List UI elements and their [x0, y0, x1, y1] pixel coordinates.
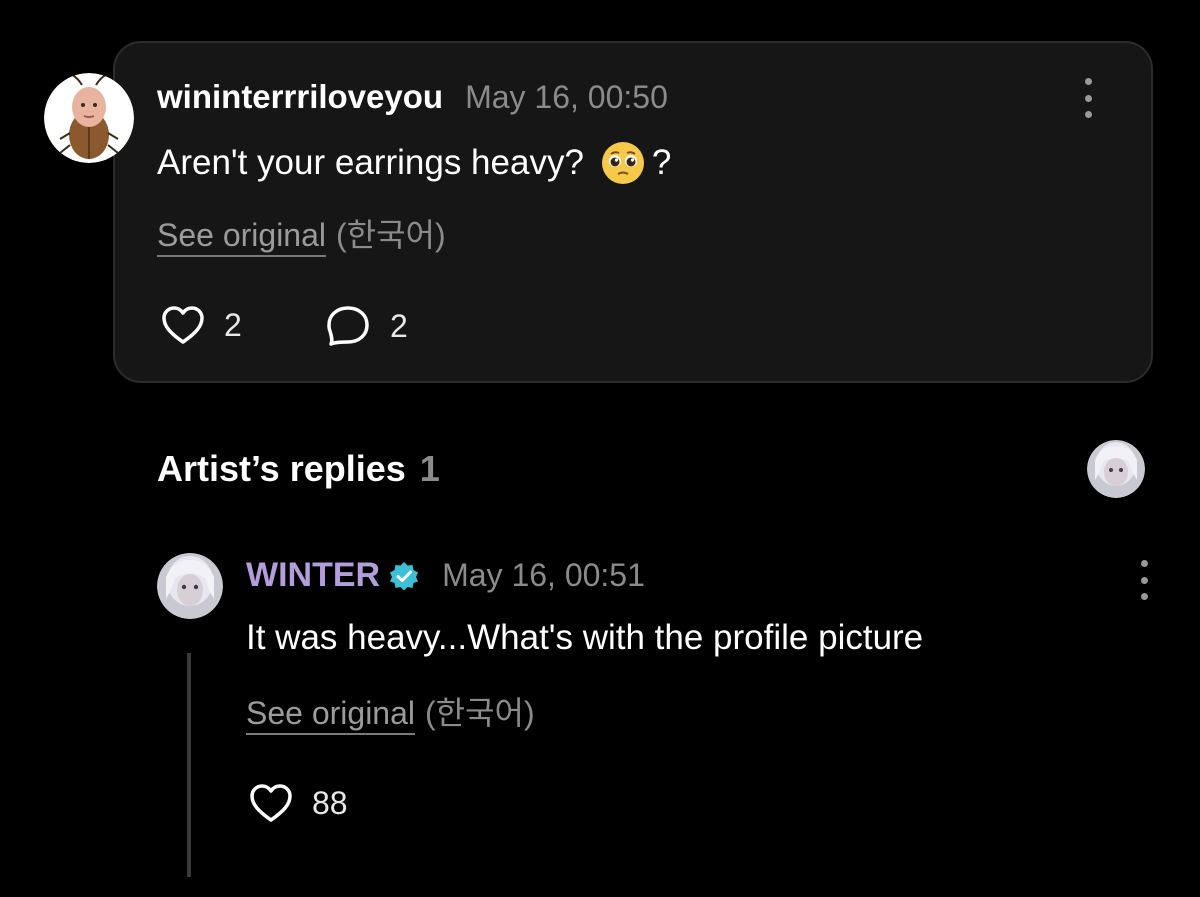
artist-replies-header: Artist’s replies 1 [157, 448, 440, 490]
reply-thread-line [187, 653, 191, 877]
artist-replies-count: 1 [419, 448, 440, 489]
pleading-face-emoji-icon [601, 142, 644, 184]
artist-original-language: (한국어) [425, 695, 535, 731]
fan-like-button[interactable]: 2 [160, 304, 242, 346]
artist-avatar[interactable] [157, 553, 223, 619]
artist-reply-text: It was heavy...What's with the profile p… [246, 618, 924, 657]
fan-comment-timestamp: May 16, 00:50 [465, 79, 668, 115]
artist-avatar-small[interactable] [1087, 440, 1145, 498]
fan-reply-button[interactable]: 2 [326, 304, 408, 348]
verified-badge-icon [390, 561, 419, 590]
fan-like-count: 2 [224, 306, 242, 343]
artist-like-button[interactable]: 88 [248, 782, 348, 824]
fan-reply-count: 2 [390, 307, 408, 344]
artist-reply-header: WINTER May 16, 00:51 [246, 556, 645, 595]
heart-outline-icon [250, 784, 292, 822]
speech-bubble-outline-icon [327, 306, 369, 346]
artist-reply-more-icon[interactable] [1137, 560, 1151, 600]
fan-see-original-link[interactable]: See original [157, 217, 326, 257]
fan-comment-more-icon[interactable] [1081, 78, 1095, 118]
artist-see-original-row: See original (한국어) [246, 688, 535, 735]
artist-see-original-link[interactable]: See original [246, 695, 415, 735]
fan-avatar[interactable] [44, 73, 134, 163]
artist-reply-timestamp: May 16, 00:51 [442, 557, 645, 593]
fan-username[interactable]: wininterrriloveyou [157, 78, 443, 116]
fan-original-language: (한국어) [336, 217, 446, 253]
heart-outline-icon [162, 306, 204, 344]
fan-comment-header: wininterrriloveyou May 16, 00:50 [157, 78, 668, 116]
artist-username[interactable]: WINTER [246, 556, 380, 595]
fan-comment-body: Aren't your earrings heavy? [157, 143, 584, 182]
artist-like-count: 88 [312, 784, 348, 821]
fan-comment-text: Aren't your earrings heavy? ? [157, 140, 671, 186]
fan-see-original-row: See original (한국어) [157, 210, 446, 257]
fan-comment-suffix: ? [651, 143, 672, 182]
artist-replies-title: Artist’s replies [157, 448, 406, 489]
